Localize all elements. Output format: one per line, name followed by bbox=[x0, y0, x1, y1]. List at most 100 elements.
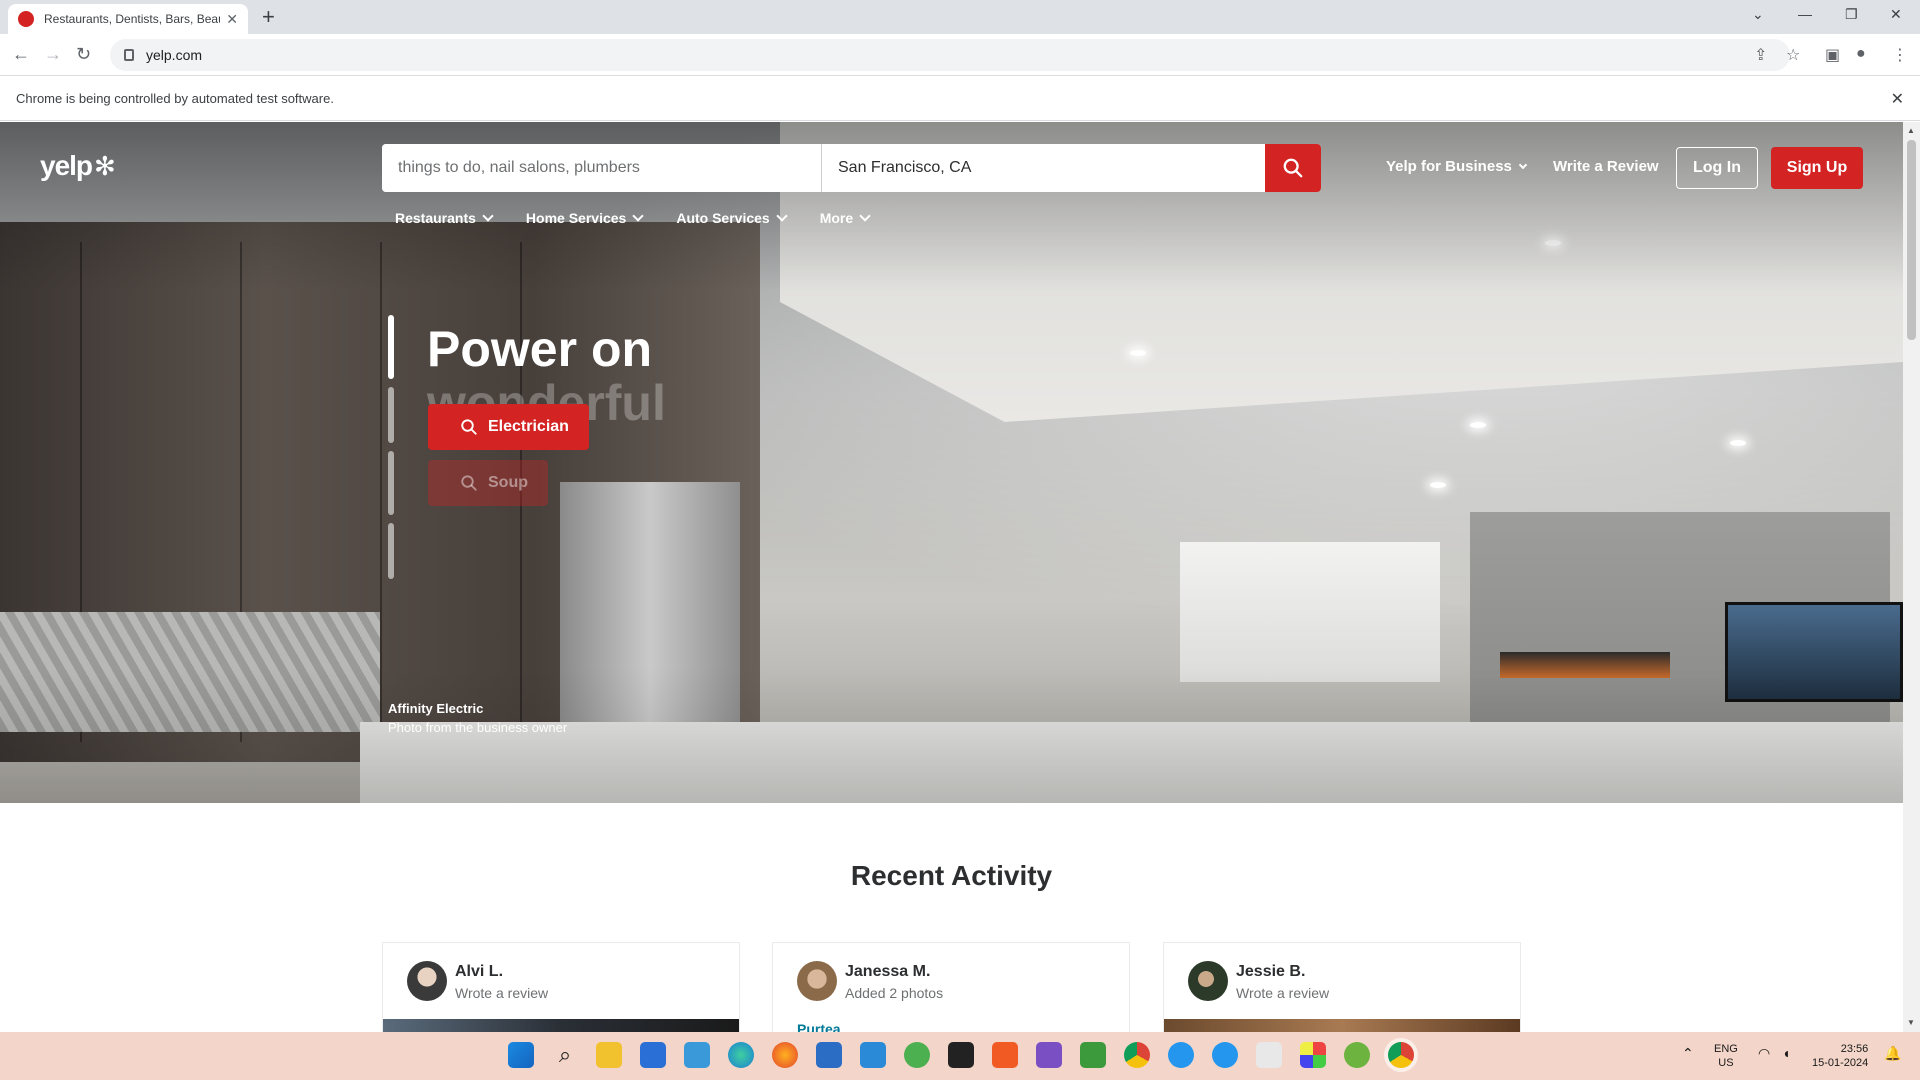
search-find-input[interactable] bbox=[382, 144, 822, 192]
photo-credit-business[interactable]: Affinity Electric bbox=[388, 701, 483, 716]
activity-action: Wrote a review bbox=[455, 985, 549, 1001]
desktop-icon[interactable] bbox=[684, 1042, 710, 1068]
file-explorer-icon[interactable] bbox=[596, 1042, 622, 1068]
chevron-down-icon bbox=[482, 210, 494, 222]
spring-boot-icon[interactable] bbox=[1344, 1042, 1370, 1068]
lock-icon[interactable] bbox=[124, 49, 134, 61]
bookmark-star-icon[interactable]: ☆ bbox=[1786, 45, 1800, 65]
browser-tab[interactable]: Restaurants, Dentists, Bars, Beau ✕ bbox=[8, 4, 248, 34]
activity-user-name[interactable]: Alvi L. bbox=[455, 963, 503, 981]
yelp-logo-text: yelp bbox=[40, 150, 93, 181]
reload-icon[interactable]: ↻ bbox=[76, 44, 91, 65]
visual-studio-icon[interactable] bbox=[1036, 1042, 1062, 1068]
chrome-icon[interactable] bbox=[1124, 1042, 1150, 1068]
scroll-up-icon[interactable]: ▲ bbox=[1907, 126, 1915, 135]
chevron-down-icon bbox=[859, 210, 871, 222]
firefox-icon[interactable] bbox=[772, 1042, 798, 1068]
category-auto-services[interactable]: Auto Services bbox=[676, 210, 788, 226]
activity-photo[interactable] bbox=[1164, 1019, 1520, 1032]
category-label: Home Services bbox=[525, 210, 627, 226]
vscode-icon[interactable] bbox=[860, 1042, 886, 1068]
avatar[interactable] bbox=[407, 961, 447, 1001]
recent-activity-title: Recent Activity bbox=[850, 860, 1053, 891]
category-more[interactable]: More bbox=[820, 210, 871, 226]
write-review-link[interactable]: Write a Review bbox=[1553, 158, 1659, 175]
tray-chevron-icon[interactable]: ⌃ bbox=[1682, 1046, 1694, 1060]
profile-icon[interactable]: ● bbox=[1856, 45, 1866, 63]
clock-time: 23:56 bbox=[1840, 1043, 1869, 1055]
address-bar[interactable]: yelp.com bbox=[110, 39, 1790, 71]
tab-search-icon[interactable]: ⌄ bbox=[1752, 6, 1764, 23]
git-app-icon[interactable] bbox=[1300, 1042, 1326, 1068]
language-indicator[interactable]: ENG US bbox=[1714, 1042, 1738, 1070]
new-tab-icon[interactable]: + bbox=[262, 6, 275, 28]
page-scrollbar[interactable]: ▲ ▼ bbox=[1903, 122, 1920, 1032]
share-icon[interactable]: ⇪ bbox=[1754, 45, 1767, 65]
hero-cta-label: Electrician bbox=[488, 418, 569, 435]
hero-cta-next-button[interactable]: Soup bbox=[428, 460, 548, 506]
brave-icon[interactable] bbox=[992, 1042, 1018, 1068]
login-button[interactable]: Log In bbox=[1676, 147, 1758, 189]
volume-icon[interactable]: ◖ bbox=[1782, 1046, 1790, 1060]
category-restaurants[interactable]: Restaurants bbox=[395, 210, 494, 226]
tab-close-icon[interactable]: ✕ bbox=[226, 11, 238, 28]
hero-cta-button[interactable]: Electrician bbox=[428, 404, 589, 450]
edge-icon[interactable] bbox=[728, 1042, 754, 1068]
category-label: Auto Services bbox=[676, 210, 770, 226]
activity-business-link[interactable]: Purtea bbox=[797, 1021, 841, 1032]
blank-app-icon[interactable] bbox=[1256, 1042, 1282, 1068]
hero-shade bbox=[0, 122, 1903, 803]
side-panel-icon[interactable]: ▣ bbox=[1825, 45, 1840, 65]
slide-indicator-active[interactable] bbox=[388, 315, 394, 379]
clock[interactable]: 23:56 15-01-2024 bbox=[1812, 1042, 1868, 1070]
search-near-input[interactable] bbox=[822, 144, 1265, 192]
automation-infobar: Chrome is being controlled by automated … bbox=[0, 77, 1920, 121]
activity-card[interactable]: Janessa M. Added 2 photos Purtea bbox=[772, 942, 1130, 1032]
slide-indicator[interactable] bbox=[388, 451, 394, 515]
scroll-thumb[interactable] bbox=[1907, 140, 1916, 340]
infobar-text: Chrome is being controlled by automated … bbox=[16, 91, 334, 106]
tab-title: Restaurants, Dentists, Bars, Beau bbox=[44, 12, 220, 26]
avatar[interactable] bbox=[1188, 961, 1228, 1001]
slide-indicator[interactable] bbox=[388, 523, 394, 579]
hero-cta-next-label: Soup bbox=[488, 474, 528, 491]
store-icon[interactable] bbox=[640, 1042, 666, 1068]
activity-card[interactable]: Jessie B. Wrote a review bbox=[1163, 942, 1521, 1032]
category-nav: Restaurants Home Services Auto Services … bbox=[395, 210, 903, 226]
search-icon bbox=[1283, 158, 1303, 178]
yelp-logo[interactable]: yelp ✻ bbox=[40, 150, 116, 182]
photo-credit-caption: Photo from the business owner bbox=[388, 720, 568, 735]
browser-tab-strip: Restaurants, Dentists, Bars, Beau ✕ + ⌄ … bbox=[0, 0, 1920, 34]
scroll-down-icon[interactable]: ▼ bbox=[1907, 1018, 1915, 1027]
spring-tool-icon[interactable] bbox=[904, 1042, 930, 1068]
yelp-for-business-label: Yelp for Business bbox=[1386, 158, 1512, 175]
browser-toolbar: ← → ↻ yelp.com ⇪ ☆ ▣ ● ⋮ bbox=[0, 34, 1920, 76]
infobar-close-icon[interactable]: ✕ bbox=[1891, 89, 1904, 109]
minimize-icon[interactable]: — bbox=[1798, 6, 1812, 22]
back-icon[interactable]: ← bbox=[12, 44, 30, 65]
search-icon[interactable]: ⌕ bbox=[552, 1042, 578, 1068]
chrome-menu-icon[interactable]: ⋮ bbox=[1892, 45, 1908, 65]
chrome-active-icon[interactable] bbox=[1388, 1042, 1414, 1068]
nodejs-icon[interactable] bbox=[1080, 1042, 1106, 1068]
restore-icon[interactable]: ❐ bbox=[1845, 6, 1858, 23]
activity-user-name[interactable]: Janessa M. bbox=[845, 963, 930, 981]
start-icon[interactable] bbox=[508, 1042, 534, 1068]
activity-photo[interactable] bbox=[383, 1019, 739, 1032]
notification-icon[interactable]: 🔔 bbox=[1884, 1046, 1901, 1060]
activity-user-name[interactable]: Jessie B. bbox=[1236, 963, 1305, 981]
category-home-services[interactable]: Home Services bbox=[525, 210, 644, 226]
activity-card[interactable]: Alvi L. Wrote a review bbox=[382, 942, 740, 1032]
docker-icon[interactable] bbox=[1168, 1042, 1194, 1068]
window-close-icon[interactable]: ✕ bbox=[1890, 6, 1902, 23]
search-button[interactable] bbox=[1265, 144, 1321, 192]
terminal-icon[interactable] bbox=[948, 1042, 974, 1068]
wifi-icon[interactable]: ◠ bbox=[1758, 1046, 1770, 1060]
docker-icon[interactable] bbox=[1212, 1042, 1238, 1068]
yelp-for-business-link[interactable]: Yelp for Business bbox=[1386, 158, 1528, 175]
avatar[interactable] bbox=[797, 961, 837, 1001]
signup-button[interactable]: Sign Up bbox=[1771, 147, 1863, 189]
forward-icon[interactable]: → bbox=[44, 44, 62, 65]
mail-icon[interactable] bbox=[816, 1042, 842, 1068]
slide-indicator[interactable] bbox=[388, 387, 394, 443]
